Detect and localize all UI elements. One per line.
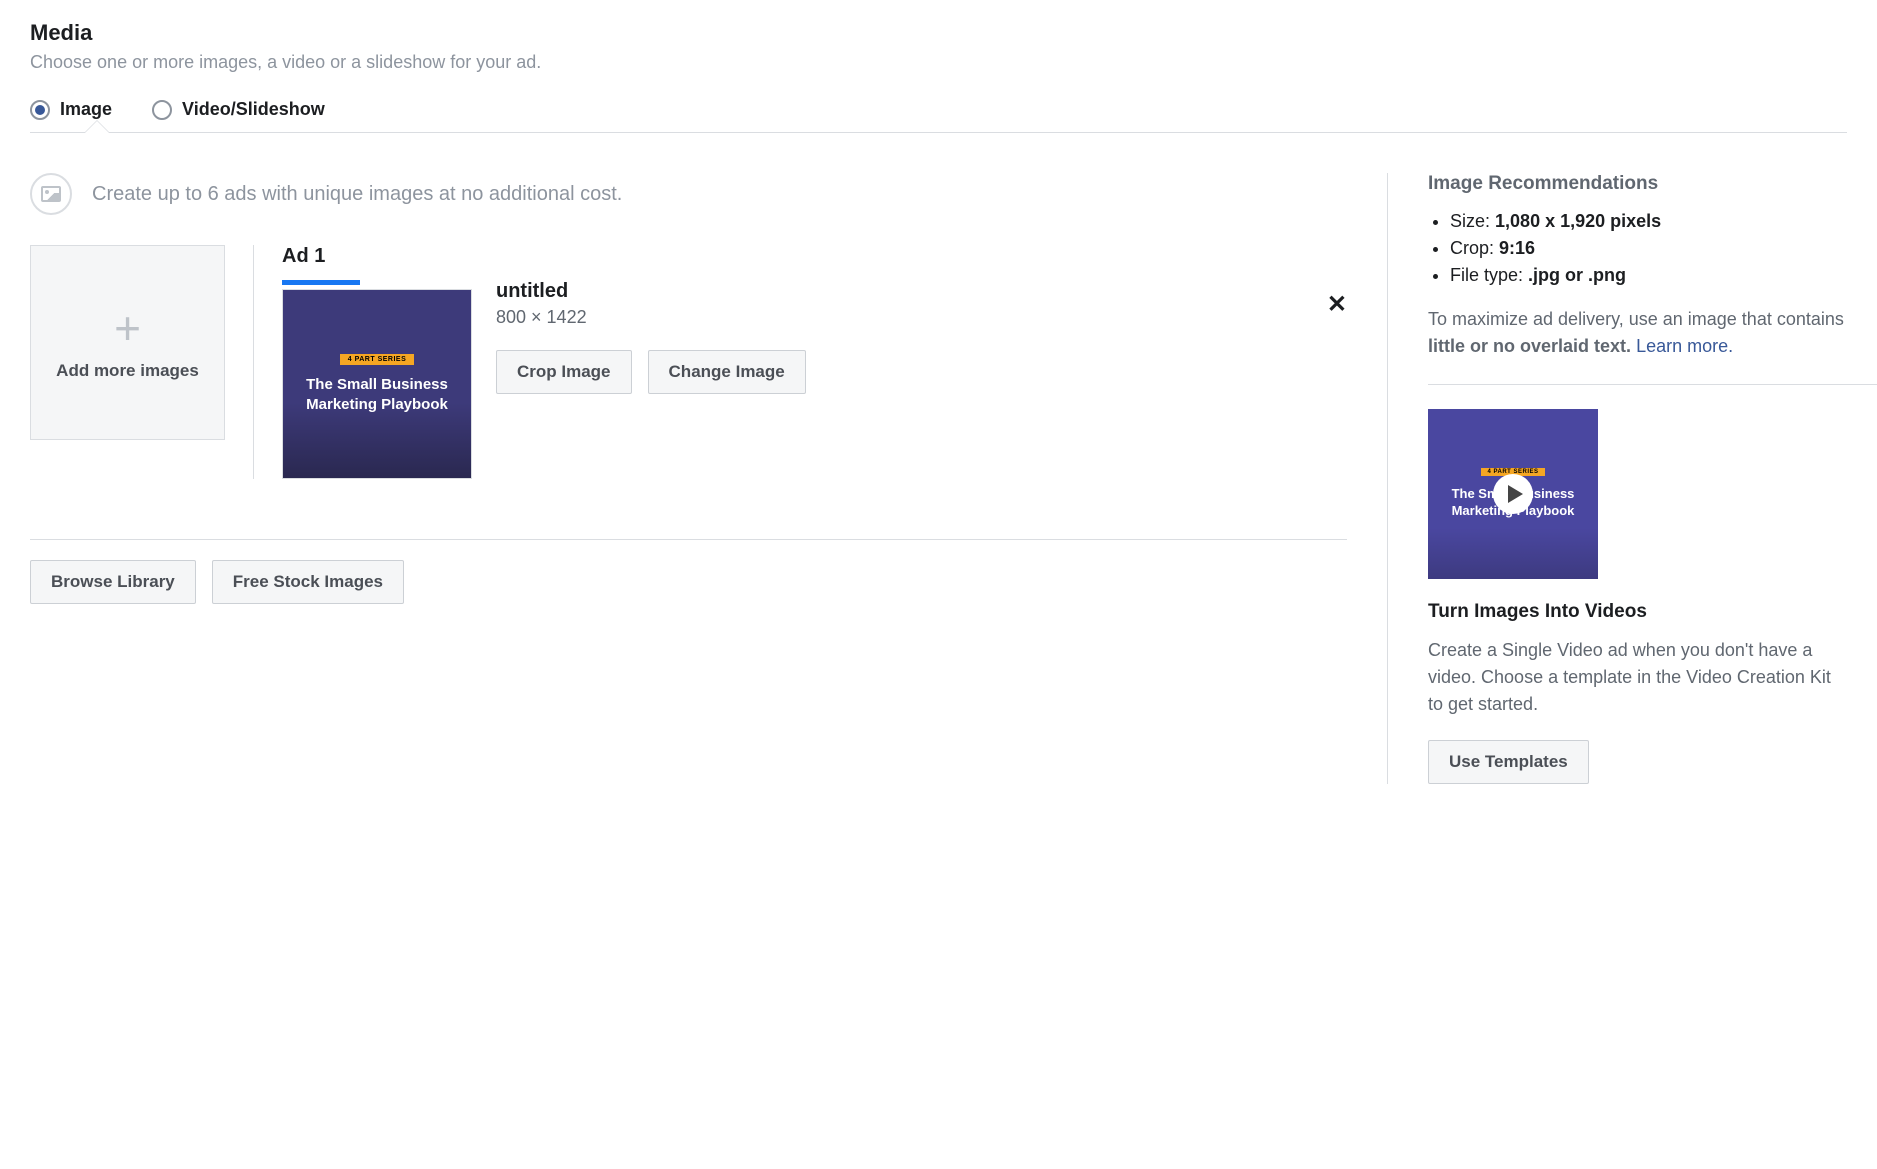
- rec-crop-value: 9:16: [1499, 238, 1535, 258]
- tab-video-label: Video/Slideshow: [182, 99, 325, 120]
- ad-filename: untitled: [496, 280, 1347, 303]
- rec-filetype-label: File type:: [1450, 265, 1528, 285]
- add-more-label: Add more images: [56, 361, 199, 381]
- free-stock-images-button[interactable]: Free Stock Images: [212, 560, 404, 604]
- image-info-icon: [30, 173, 72, 215]
- rec-size-value: 1,080 x 1,920 pixels: [1495, 211, 1661, 231]
- rec-filetype: File type: .jpg or .png: [1450, 265, 1847, 286]
- ad-thumbnail[interactable]: 4 PART SERIES The Small Business Marketi…: [282, 289, 472, 479]
- active-tab-indicator-icon: [85, 121, 109, 133]
- ad-title: Ad 1: [282, 245, 1347, 268]
- rec-size-label: Size:: [1450, 211, 1495, 231]
- radio-selected-icon: [30, 100, 50, 120]
- thumbnail-text-line2: Marketing Playbook: [306, 395, 448, 415]
- ad-dimensions: 800 × 1422: [496, 307, 1347, 328]
- main-panel: Create up to 6 ads with unique images at…: [30, 173, 1387, 784]
- tab-video-slideshow[interactable]: Video/Slideshow: [152, 99, 325, 120]
- tab-image[interactable]: Image: [30, 99, 112, 120]
- thumbnail-text-line1: The Small Business: [306, 375, 448, 395]
- divider: [1428, 384, 1877, 385]
- add-more-images-button[interactable]: + Add more images: [30, 245, 225, 440]
- plus-icon: +: [114, 305, 141, 351]
- recommendations-list: Size: 1,080 x 1,920 pixels Crop: 9:16 Fi…: [1428, 211, 1847, 286]
- thumbnail-badge: 4 PART SERIES: [340, 354, 415, 365]
- info-text: Create up to 6 ads with unique images at…: [92, 183, 622, 206]
- rec-desc-bold: little or no overlaid text.: [1428, 336, 1631, 356]
- video-preview-thumbnail[interactable]: 4 PART SERIES The Small Business Marketi…: [1428, 409, 1598, 579]
- section-title: Media: [30, 20, 1847, 46]
- rec-crop: Crop: 9:16: [1450, 238, 1847, 259]
- recommendations-title: Image Recommendations: [1428, 173, 1847, 195]
- rec-crop-label: Crop:: [1450, 238, 1499, 258]
- crop-image-button[interactable]: Crop Image: [496, 350, 632, 394]
- use-templates-button[interactable]: Use Templates: [1428, 740, 1589, 784]
- divider: [253, 245, 254, 479]
- learn-more-link[interactable]: Learn more.: [1636, 336, 1733, 356]
- divider: [30, 539, 1347, 540]
- upload-progress-bar: [282, 280, 360, 285]
- recommendations-description: To maximize ad delivery, use an image th…: [1428, 306, 1847, 360]
- browse-library-button[interactable]: Browse Library: [30, 560, 196, 604]
- rec-size: Size: 1,080 x 1,920 pixels: [1450, 211, 1847, 232]
- video-section-description: Create a Single Video ad when you don't …: [1428, 637, 1847, 718]
- rec-filetype-value: .jpg or .png: [1528, 265, 1626, 285]
- ad-block: Ad 1 4 PART SERIES The Small Business Ma…: [282, 245, 1347, 479]
- sidebar: Image Recommendations Size: 1,080 x 1,92…: [1387, 173, 1847, 784]
- change-image-button[interactable]: Change Image: [648, 350, 806, 394]
- remove-ad-button[interactable]: ✕: [1327, 290, 1347, 319]
- radio-unselected-icon: [152, 100, 172, 120]
- play-icon: [1493, 474, 1533, 514]
- video-section-title: Turn Images Into Videos: [1428, 601, 1847, 623]
- media-type-tabs: Image Video/Slideshow: [30, 99, 1847, 133]
- close-icon: ✕: [1327, 291, 1347, 318]
- section-subtitle: Choose one or more images, a video or a …: [30, 52, 1847, 73]
- tab-image-label: Image: [60, 99, 112, 120]
- rec-desc-pre: To maximize ad delivery, use an image th…: [1428, 309, 1844, 329]
